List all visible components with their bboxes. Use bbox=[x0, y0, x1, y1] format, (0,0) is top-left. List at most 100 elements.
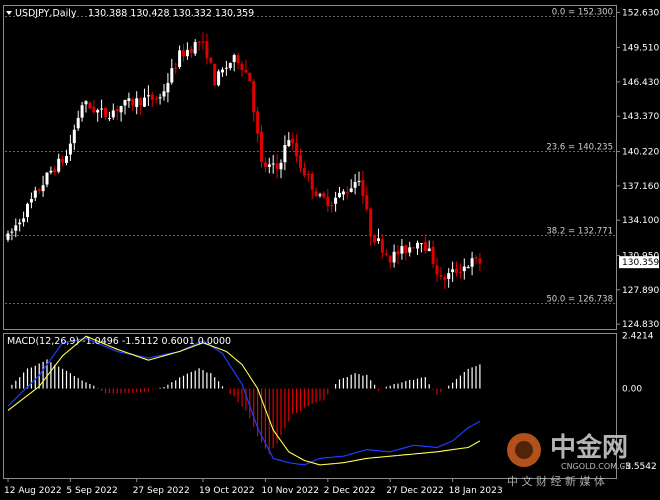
date-tick-label: 27 Dec 2022 bbox=[386, 486, 444, 496]
candle-body bbox=[96, 110, 100, 113]
macd-line bbox=[7, 337, 481, 466]
macd-header: MACD(12,26,9) -1.0496 -1.5112 0.6001 0.0… bbox=[7, 336, 231, 347]
candle-body bbox=[380, 239, 384, 253]
chart-canvas[interactable]: 0.0 = 152.300 23.6 = 140.235 38.2 = 132.77… bbox=[0, 0, 660, 500]
watermark-slogan: 中 文 财 经 新 媒 体 bbox=[507, 474, 605, 488]
candle-body bbox=[470, 258, 474, 267]
candle-body bbox=[26, 203, 29, 218]
candle-body bbox=[392, 251, 396, 263]
fibonacci-levels: 0.0 = 152.300 23.6 = 140.235 38.2 = 132.77… bbox=[5, 8, 615, 305]
price-tick-label: 137.160 bbox=[622, 182, 659, 192]
candle-body bbox=[14, 225, 18, 231]
candle-body bbox=[447, 273, 451, 279]
date-tick-label: 18 Jan 2023 bbox=[449, 486, 503, 496]
candle-body bbox=[412, 247, 416, 249]
symbol-label: USDJPY,Daily bbox=[15, 8, 77, 19]
candle-body bbox=[68, 143, 72, 155]
price-tick-label: 124.830 bbox=[622, 320, 659, 330]
candle-body bbox=[291, 138, 295, 144]
date-tick-label: 19 Oct 2022 bbox=[199, 486, 255, 496]
candle-body bbox=[295, 143, 299, 157]
candle-body bbox=[244, 69, 248, 73]
candle-body bbox=[22, 218, 26, 222]
candle-body bbox=[302, 168, 306, 176]
candle-body bbox=[232, 55, 236, 62]
candle-body bbox=[29, 199, 33, 203]
candle-body bbox=[123, 99, 127, 106]
price-tick-label: 134.100 bbox=[622, 216, 659, 226]
date-axis: 12 Aug 2022 5 Sep 2022 27 Sep 2022 19 Oct 2… bbox=[4, 478, 503, 496]
fib-level-label: 50.0 = 126.738 bbox=[546, 295, 613, 305]
candle-body bbox=[400, 246, 404, 254]
candle-body bbox=[100, 108, 104, 110]
candle-body bbox=[213, 64, 217, 86]
candle-body bbox=[131, 99, 135, 106]
candle-body bbox=[334, 197, 338, 204]
macd-tick-label: -3.5542 bbox=[622, 462, 657, 472]
watermark: 中金网 CNGOLD.COM.CN 中 文 财 经 新 媒 体 bbox=[507, 432, 631, 488]
date-tick-label: 5 Sep 2022 bbox=[66, 486, 117, 496]
ohlc-values: 130.388 130.428 130.332 130.359 bbox=[88, 8, 254, 19]
candle-body bbox=[72, 129, 76, 144]
candle-body bbox=[57, 158, 61, 172]
chart-header: USDJPY,Daily 130.388 130.428 130.332 130… bbox=[6, 8, 254, 19]
candle-body bbox=[228, 63, 232, 69]
candle-body bbox=[443, 276, 447, 281]
candle-body bbox=[33, 190, 37, 198]
candle-body bbox=[326, 196, 330, 206]
candle-body bbox=[107, 118, 111, 120]
dropdown-triangle-icon[interactable] bbox=[6, 11, 12, 15]
candle-body bbox=[408, 247, 412, 253]
candle-body bbox=[205, 41, 209, 59]
candle-body bbox=[6, 233, 10, 240]
date-tick-label: 27 Sep 2022 bbox=[133, 486, 190, 496]
candle-body bbox=[396, 251, 400, 255]
candle-body bbox=[267, 164, 271, 167]
candle-body bbox=[338, 192, 341, 198]
candle-body bbox=[221, 69, 224, 73]
candle-body bbox=[349, 188, 353, 192]
candle-body bbox=[178, 50, 182, 68]
candle-body bbox=[185, 49, 189, 57]
candle-body bbox=[466, 266, 470, 269]
price-tick-label: 146.430 bbox=[622, 78, 659, 88]
candle-body bbox=[361, 179, 365, 197]
watermark-domain: CNGOLD.COM.CN bbox=[561, 462, 631, 471]
candle-body bbox=[353, 182, 357, 188]
candle-body bbox=[146, 95, 150, 97]
current-price-label: 130.359 bbox=[622, 258, 659, 268]
candle-body bbox=[236, 55, 240, 63]
candle-body bbox=[92, 106, 96, 113]
candle-body bbox=[431, 246, 435, 264]
candle-body bbox=[365, 195, 369, 210]
date-tick-label: 2 Dec 2022 bbox=[324, 486, 376, 496]
candle-body bbox=[341, 191, 345, 195]
candle-body bbox=[224, 67, 228, 69]
candle-body bbox=[388, 255, 392, 263]
candle-body bbox=[478, 258, 482, 264]
candle-body bbox=[61, 159, 65, 163]
candle-body bbox=[384, 253, 388, 255]
candle-body bbox=[84, 101, 88, 105]
signal-line bbox=[7, 335, 481, 466]
macd-tick-label: 0.00 bbox=[622, 385, 642, 395]
candle-body bbox=[439, 275, 443, 277]
candle-body bbox=[263, 162, 267, 168]
candle-body bbox=[256, 111, 260, 134]
fib-level-label: 38.2 = 132.771 bbox=[546, 227, 613, 237]
candle-body bbox=[154, 98, 158, 100]
candle-body bbox=[345, 192, 349, 194]
candle-body bbox=[377, 238, 380, 241]
candle-body bbox=[10, 231, 14, 233]
date-tick-label: 10 Nov 2022 bbox=[261, 486, 319, 496]
candle-body bbox=[322, 192, 326, 198]
candle-body bbox=[18, 222, 22, 225]
candle-body bbox=[419, 243, 423, 245]
candle-body bbox=[119, 105, 123, 113]
candle-body bbox=[462, 266, 466, 272]
candle-body bbox=[404, 245, 408, 254]
candle-body bbox=[373, 234, 377, 243]
candle-body bbox=[115, 109, 119, 112]
candle-body bbox=[193, 42, 197, 54]
candle-body bbox=[416, 242, 419, 249]
